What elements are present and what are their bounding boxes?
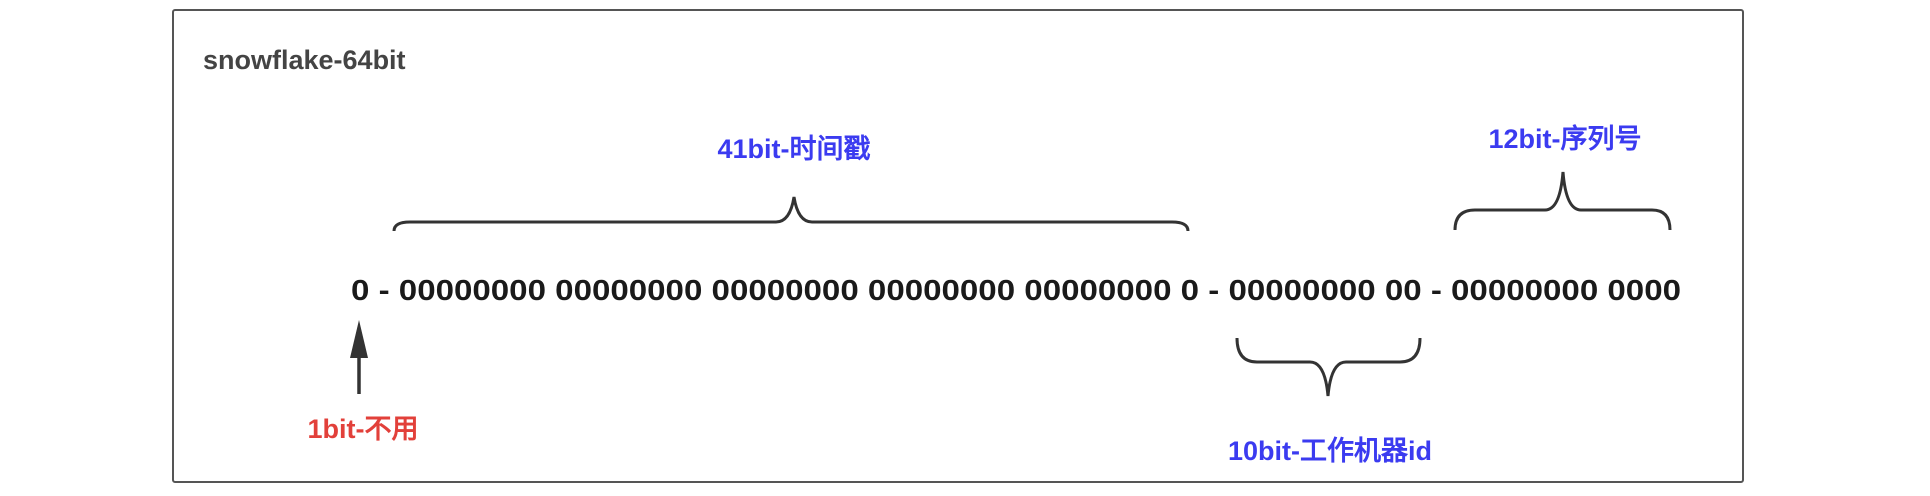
diagram-title: snowflake-64bit: [203, 45, 406, 75]
timestamp-label: 41bit-时间戳: [717, 134, 870, 164]
sequence-label: 12bit-序列号: [1488, 123, 1641, 154]
bits-row: 0 - 00000000 00000000 00000000 00000000 …: [351, 275, 1681, 307]
sign-label: 1bit-不用: [308, 414, 419, 444]
diagram-frame: [172, 9, 1744, 483]
worker-label: 10bit-工作机器id: [1228, 436, 1432, 466]
snowflake-diagram: snowflake-64bit 41bit-时间戳 12bit-序列号 0 - …: [172, 9, 1744, 483]
